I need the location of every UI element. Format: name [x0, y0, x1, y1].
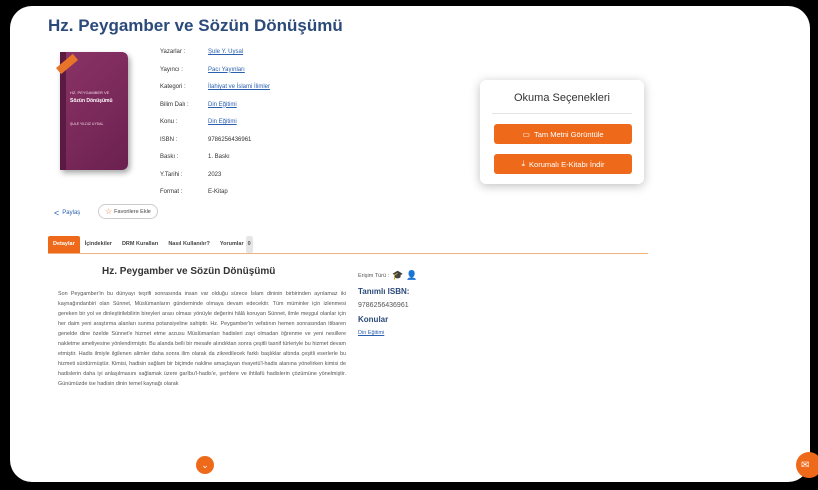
cover-line1: HZ. PEYGAMBER VE	[70, 90, 110, 95]
full-text-button[interactable]: ▭ Tam Metni Görüntüle	[494, 124, 632, 144]
reading-options-panel: Okuma Seçenekleri ▭ Tam Metni Görüntüle …	[480, 80, 644, 184]
tab-comments-label: Yorumlar	[219, 241, 244, 247]
meta-row: Yayıncı : Pacı Yayınları	[160, 62, 270, 80]
tab-contents[interactable]: İçindekiler	[80, 236, 117, 253]
tab-comments[interactable]: Yorumlar 0	[215, 236, 258, 253]
meta-value-link[interactable]: İlahiyat ve İslami İlimler	[208, 79, 270, 97]
isbn-value: 9786256436961	[358, 302, 409, 309]
favorite-label: Favorilere Ekle	[114, 208, 151, 215]
meta-value: E-Kitap	[208, 189, 228, 195]
meta-value: 2023	[208, 171, 222, 178]
meta-row: Yazarlar : Şule Y. Uysal	[160, 44, 270, 62]
tab-bar: Detaylar İçindekiler DRM Kuralları Nasıl…	[48, 236, 258, 253]
meta-value-link[interactable]: Şule Y. Uysal	[208, 44, 243, 62]
chevron-down-icon: ⌄	[201, 459, 209, 470]
content-body: Son Peygamber'in bu dünyayı teşrifi sonr…	[58, 291, 346, 387]
book-meta: Yazarlar : Şule Y. Uysal Yayıncı : Pacı Ya…	[160, 44, 270, 202]
support-button[interactable]: ✉	[796, 452, 818, 478]
access-type-row: Erişim Türü : 🎓 👤	[358, 270, 418, 281]
meta-key: ISBN :	[160, 136, 178, 143]
tab-underline	[48, 253, 648, 254]
topic-link[interactable]: Din Eğitimi	[358, 330, 418, 336]
meta-key: Format :	[160, 189, 183, 195]
user-icon: 👤	[406, 270, 418, 280]
full-text-label: Tam Metni Görüntüle	[533, 129, 604, 139]
meta-row: Konu : Din Eğitimi	[160, 114, 270, 132]
download-label: Korumalı E-Kitabı İndir	[529, 159, 605, 169]
meta-row: Bilim Dalı : Din Eğitimi	[160, 97, 270, 115]
meta-row: Baskı : 1. Baskı	[160, 149, 270, 167]
meta-value: 1. Baskı	[208, 154, 230, 160]
tab-drm-rules[interactable]: DRM Kuralları	[117, 236, 163, 253]
download-button[interactable]: ⤓ Korumalı E-Kitabı İndir	[494, 154, 632, 174]
meta-key: Konu :	[160, 119, 178, 125]
comment-count-badge: 0	[245, 236, 253, 253]
favorite-button[interactable]: ☆ Favorilere Ekle	[98, 204, 158, 219]
meta-value: 9786256436961	[208, 136, 252, 143]
side-info: Erişim Türü : 🎓 👤 Tanımlı ISBN: 97862564…	[358, 270, 418, 336]
star-icon: ☆	[105, 207, 113, 216]
meta-row: Kategori : İlahiyat ve İslami İlimler	[160, 79, 270, 97]
cover-title: Sözün Dönüşümü	[70, 98, 113, 104]
cover-author: ŞULE YILDIZ UYSAL	[70, 122, 104, 126]
meta-row: Format : E-Kitap	[160, 184, 270, 202]
meta-key: Baskı :	[160, 154, 179, 160]
scroll-down-button[interactable]: ⌄	[196, 456, 214, 474]
meta-row: Y.Tarihi : 2023	[160, 167, 270, 185]
download-icon: ⤓	[521, 159, 526, 168]
meta-row: ISBN : 9786256436961	[160, 132, 270, 150]
content-title: Hz. Peygamber ve Sözün Dönüşümü	[102, 266, 276, 277]
divider	[492, 113, 632, 114]
tab-details[interactable]: Detaylar	[48, 236, 80, 253]
isbn-label: Tanımlı ISBN:	[358, 287, 410, 296]
meta-value-link[interactable]: Din Eğitimi	[208, 114, 237, 132]
share-label: Paylaş	[62, 210, 81, 216]
share-button[interactable]: < Paylaş	[54, 208, 80, 218]
share-icon: <	[54, 208, 60, 218]
meta-value-link[interactable]: Din Eğitimi	[208, 97, 237, 115]
page-frame: Hz. Peygamber ve Sözün Dönüşümü HZ. PEYG…	[10, 6, 810, 482]
meta-value-link[interactable]: Pacı Yayınları	[208, 62, 245, 80]
meta-key: Bilim Dalı :	[160, 101, 189, 108]
meta-key: Y.Tarihi :	[160, 171, 183, 178]
meta-key: Yayıncı :	[160, 66, 183, 73]
chat-icon: ✉	[801, 459, 810, 471]
book-cover: HZ. PEYGAMBER VE Sözün Dönüşümü ŞULE YIL…	[56, 52, 128, 170]
meta-key: Kategori :	[160, 84, 186, 90]
page-title: Hz. Peygamber ve Sözün Dönüşümü	[48, 16, 343, 35]
access-type-label: Erişim Türü :	[358, 272, 390, 279]
reading-options-heading: Okuma Seçenekleri	[514, 92, 610, 104]
topics-label: Konular	[358, 315, 389, 324]
graduation-cap-icon: 🎓	[392, 270, 404, 280]
tab-how-to-use[interactable]: Nasıl Kullanılır?	[163, 236, 215, 253]
monitor-icon: ▭	[522, 129, 530, 139]
meta-key: Yazarlar :	[160, 49, 186, 55]
